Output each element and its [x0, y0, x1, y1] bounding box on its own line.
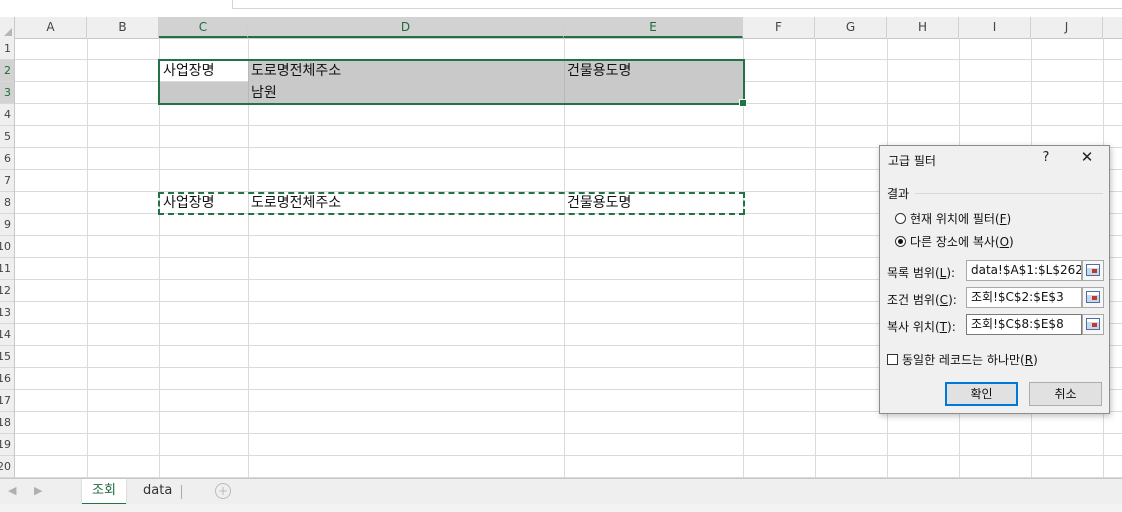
row-header-7[interactable]: 7: [0, 170, 14, 192]
radio-on-icon[interactable]: [895, 236, 906, 247]
column-header-d[interactable]: D: [248, 17, 564, 38]
select-all-corner[interactable]: [0, 17, 15, 38]
column-header-h[interactable]: H: [887, 17, 959, 38]
criteria-range-label: 조건 범위(C):: [887, 293, 957, 307]
row-header-2[interactable]: 2: [0, 60, 14, 82]
row-header-17[interactable]: 17: [0, 390, 14, 412]
row-header-6[interactable]: 6: [0, 148, 14, 170]
copy-to-label: 복사 위치(T):: [887, 320, 956, 334]
cancel-button[interactable]: 취소: [1029, 382, 1102, 406]
list-range-input[interactable]: data!$A$1:$L$2624: [966, 260, 1082, 281]
row-header-20[interactable]: 20: [0, 456, 14, 478]
grid-line: [87, 38, 88, 478]
criteria-range-input[interactable]: 조회!$C$2:$E$3: [966, 287, 1082, 308]
radio-filter-in-place-label: 현재 위치에 필터(F): [910, 212, 1012, 226]
row-header-16[interactable]: 16: [0, 368, 14, 390]
list-range-collapse-button[interactable]: [1082, 260, 1104, 281]
list-range-label: 목록 범위(L):: [887, 266, 956, 280]
grid-line: [815, 38, 816, 478]
column-header-f[interactable]: F: [743, 17, 815, 38]
range-select-icon: [1086, 318, 1100, 330]
scroll-right-icon[interactable]: ▶: [34, 484, 42, 497]
column-header-j[interactable]: J: [1031, 17, 1103, 38]
row-header-13[interactable]: 13: [0, 302, 14, 324]
column-header-b[interactable]: B: [87, 17, 159, 38]
row-header-4[interactable]: 4: [0, 104, 14, 126]
row-header-15[interactable]: 15: [0, 346, 14, 368]
column-header-bar: A B C D E F G H I J: [0, 17, 1122, 39]
tab-divider: [181, 485, 182, 499]
row-header-1[interactable]: 1: [0, 38, 14, 60]
unique-records-label: 동일한 레코드는 하나만(R): [902, 353, 1038, 367]
dialog-title: 고급 필터: [888, 154, 936, 168]
range-select-icon: [1086, 291, 1100, 303]
sheet-tab-조회[interactable]: 조회: [82, 479, 126, 505]
copy-target-marquee: [158, 192, 745, 215]
row-header-12[interactable]: 12: [0, 280, 14, 302]
advanced-filter-dialog: 고급 필터 ? ✕ 결과 현재 위치에 필터(F) 다른 장소에 복사(O) 목…: [879, 145, 1110, 414]
row-header-9[interactable]: 9: [0, 214, 14, 236]
group-divider: [915, 193, 1103, 194]
unique-records-checkbox[interactable]: 동일한 레코드는 하나만(R): [887, 351, 1038, 368]
column-header-i[interactable]: I: [959, 17, 1031, 38]
radio-filter-in-place[interactable]: 현재 위치에 필터(F): [895, 210, 1011, 227]
row-header-11[interactable]: 11: [0, 258, 14, 280]
row-header-18[interactable]: 18: [0, 412, 14, 434]
add-sheet-icon[interactable]: +: [215, 483, 231, 499]
fill-handle[interactable]: [739, 99, 747, 107]
sheet-tab-bar: ◀ ▶ 조회 data +: [0, 478, 1122, 505]
row-header-3[interactable]: 3: [0, 82, 14, 104]
row-header-14[interactable]: 14: [0, 324, 14, 346]
column-header-e[interactable]: E: [564, 17, 743, 38]
formula-bar-area: [0, 0, 1122, 17]
checkbox-unchecked-icon[interactable]: [887, 354, 898, 365]
row-header-10[interactable]: 10: [0, 236, 14, 258]
row-header-5[interactable]: 5: [0, 126, 14, 148]
column-header-c[interactable]: C: [159, 17, 248, 38]
formula-input[interactable]: [232, 0, 1122, 9]
radio-copy-to-location-label: 다른 장소에 복사(O): [910, 235, 1014, 249]
row-header-bar: 1 2 3 4 5 6 7 8 9 10 11 12 13 14 15 16 1…: [0, 38, 15, 478]
radio-off-icon[interactable]: [895, 213, 906, 224]
ok-button[interactable]: 확인: [945, 382, 1018, 406]
sheet-tab-data[interactable]: data: [133, 479, 182, 503]
radio-copy-to-location[interactable]: 다른 장소에 복사(O): [895, 233, 1014, 250]
selected-range-c2-e3: [158, 59, 747, 107]
copy-to-collapse-button[interactable]: [1082, 314, 1104, 335]
range-select-icon: [1086, 264, 1100, 276]
result-group-label: 결과: [887, 187, 910, 201]
column-header-a[interactable]: A: [15, 17, 87, 38]
help-icon[interactable]: ?: [1038, 150, 1054, 168]
column-header-g[interactable]: G: [815, 17, 887, 38]
row-header-19[interactable]: 19: [0, 434, 14, 456]
criteria-range-collapse-button[interactable]: [1082, 287, 1104, 308]
row-header-8[interactable]: 8: [0, 192, 14, 214]
copy-to-input[interactable]: 조회!$C$8:$E$8: [966, 314, 1082, 335]
close-icon[interactable]: ✕: [1078, 148, 1096, 168]
scroll-left-icon[interactable]: ◀: [8, 484, 16, 497]
status-bar: [0, 504, 1122, 512]
